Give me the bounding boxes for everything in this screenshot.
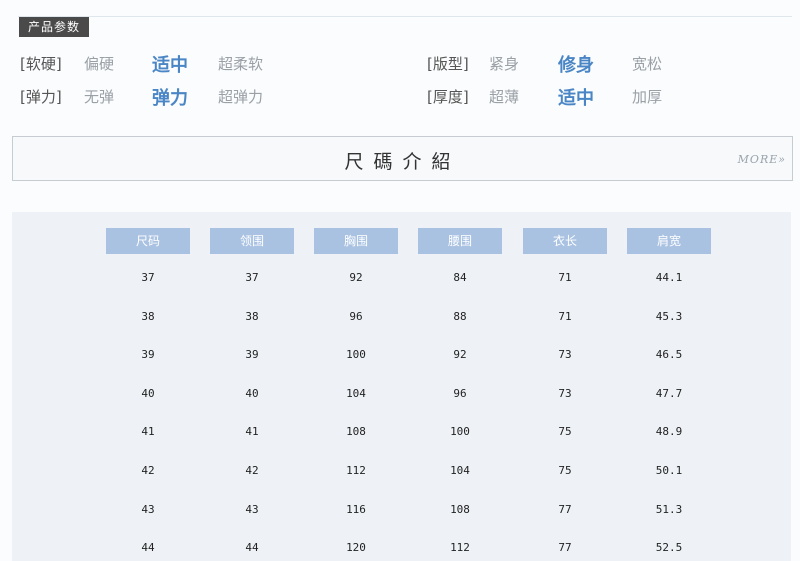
table-cell: 50.1	[655, 464, 683, 477]
attribute-label: [弹力]	[20, 88, 62, 106]
table-cell: 108	[450, 502, 470, 516]
attribute-option-selected: 修身	[558, 55, 594, 76]
more-link[interactable]: MORE»	[738, 153, 786, 166]
banner-title: 尺碼介紹	[344, 151, 461, 173]
size-banner: 尺碼介紹 MORE»	[12, 136, 793, 181]
table-cell: 41	[141, 425, 155, 439]
table-cell: 96	[453, 386, 467, 400]
table-cell: 77	[558, 541, 572, 555]
column-header: 肩宽	[627, 228, 711, 254]
table-cell: 42	[141, 464, 155, 477]
attribute-option: 超弹力	[218, 88, 264, 106]
table-cell: 96	[349, 309, 363, 323]
table-cell: 37	[141, 271, 155, 284]
table-cell: 100	[346, 348, 366, 362]
attribute-label: [厚度]	[427, 88, 469, 106]
attribute-option-selected: 适中	[152, 55, 188, 76]
attribute-option: 宽松	[632, 55, 663, 73]
table-cell: 44.1	[655, 271, 683, 284]
top-divider	[18, 16, 792, 17]
table-cell: 88	[453, 309, 467, 323]
table-cell: 41	[245, 425, 259, 439]
column-header: 腰围	[418, 228, 502, 254]
table-cell: 71	[558, 271, 572, 284]
table-cell: 44	[141, 541, 155, 555]
table-cell: 100	[450, 425, 470, 439]
table-cell: 73	[558, 348, 572, 362]
table-cell: 92	[349, 271, 363, 284]
table-cell: 43	[245, 502, 259, 516]
attribute-label: [版型]	[427, 55, 469, 73]
table-cell: 77	[558, 502, 572, 516]
table-cell: 52.5	[655, 541, 683, 555]
table-cell: 71	[558, 309, 572, 323]
column-header: 尺码	[106, 228, 190, 254]
column-header: 胸围	[314, 228, 398, 254]
table-cell: 44	[245, 541, 259, 555]
table-cell: 116	[346, 502, 366, 516]
table-cell: 104	[346, 386, 366, 400]
table-cell: 120	[346, 541, 366, 555]
table-cell: 51.3	[655, 502, 683, 516]
table-cell: 42	[245, 464, 259, 477]
table-cell: 73	[558, 386, 572, 400]
table-cell: 47.7	[655, 386, 683, 400]
table-cell: 38	[245, 309, 259, 323]
table-cell: 38	[141, 309, 155, 323]
table-cell: 75	[558, 425, 572, 439]
table-cell: 92	[453, 348, 467, 362]
attribute-label: [软硬]	[20, 55, 62, 73]
column-header: 领围	[210, 228, 294, 254]
table-cell: 40	[245, 386, 259, 400]
attribute-option: 超薄	[489, 88, 520, 106]
table-cell: 108	[346, 425, 366, 439]
attribute-option: 无弹	[84, 88, 115, 106]
size-table: 尺码 领围 胸围 腰围 衣长 肩宽 37 37 92 84 71 44.1 38 38 96 88 71 45.3…	[12, 212, 791, 561]
table-cell: 48.9	[655, 425, 683, 439]
table-cell: 104	[450, 464, 470, 477]
table-cell: 39	[141, 348, 155, 362]
attribute-option-selected: 弹力	[152, 88, 188, 109]
attribute-option: 加厚	[632, 88, 663, 106]
attribute-option-selected: 适中	[558, 88, 594, 109]
table-cell: 84	[453, 271, 467, 284]
table-cell: 112	[450, 541, 470, 555]
section-badge: 产品参数	[19, 17, 89, 37]
table-cell: 39	[245, 348, 259, 362]
table-cell: 40	[141, 386, 155, 400]
table-cell: 46.5	[655, 348, 683, 362]
table-cell: 45.3	[655, 309, 683, 323]
column-header: 衣长	[523, 228, 607, 254]
attribute-option: 超柔软	[218, 55, 264, 73]
attribute-option: 偏硬	[84, 55, 115, 73]
attribute-option: 紧身	[489, 55, 520, 73]
table-cell: 75	[558, 464, 572, 477]
table-cell: 112	[346, 464, 366, 477]
table-cell: 37	[245, 271, 259, 284]
table-cell: 43	[141, 502, 155, 516]
